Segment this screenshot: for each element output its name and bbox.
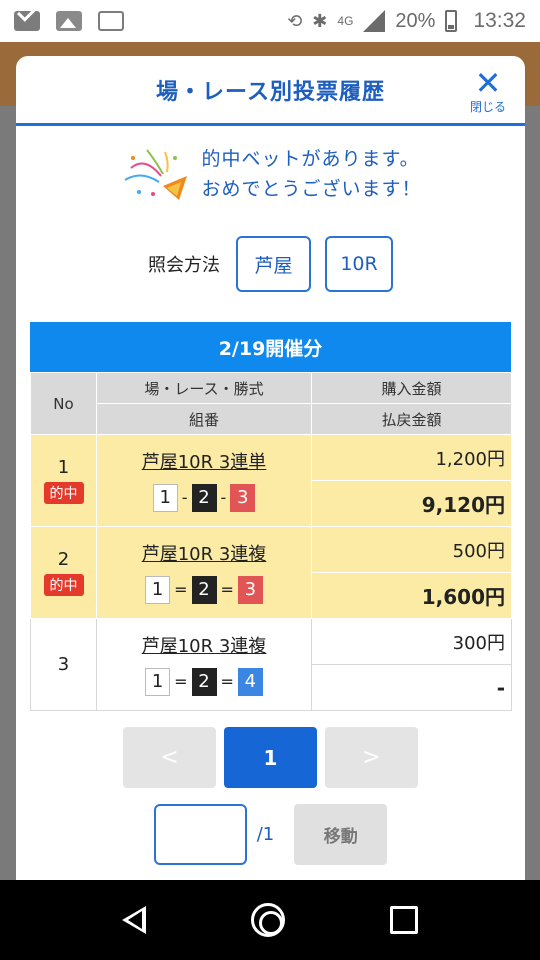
- home-icon[interactable]: [250, 903, 285, 937]
- payout-amount: -: [311, 664, 512, 711]
- purchase-amount: 300円: [311, 618, 512, 665]
- row-number: 3: [57, 654, 70, 675]
- table-row: 1 的中 芦屋10R 3連単 1 - 2 - 3 1,200円: [30, 434, 512, 527]
- col-header-race-type: 場・レース・勝式: [96, 372, 312, 404]
- android-nav-bar: [0, 880, 540, 960]
- combination: 1 = 2 = 4: [97, 667, 311, 696]
- recent-apps-icon[interactable]: [389, 906, 418, 934]
- col-header-no: No: [30, 372, 97, 435]
- date-header: 2/19開催分: [30, 322, 511, 372]
- race-link[interactable]: 芦屋10R 3連複: [97, 632, 311, 658]
- query-method-label: 照会方法: [148, 255, 220, 276]
- network-type: 4G: [337, 14, 354, 28]
- page-jump: /1 移動: [16, 804, 525, 865]
- purchase-amount: 1,200円: [311, 434, 512, 481]
- boat-4-box: 4: [237, 667, 263, 696]
- tv-icon: [98, 11, 124, 31]
- payout-amount: 1,600円: [311, 572, 512, 619]
- purchase-amount: 500円: [311, 526, 512, 573]
- boat-1-box: 1: [145, 667, 171, 696]
- next-page-button[interactable]: >: [325, 727, 418, 788]
- signal-icon: [363, 10, 386, 32]
- boat-1-box: 1: [152, 483, 178, 512]
- pagination: < 1 >: [16, 727, 525, 788]
- clock: 13:32: [473, 9, 526, 32]
- modal-title: 場・レース別投票履歴: [156, 79, 385, 105]
- modal-header: 場・レース別投票履歴 ✕ 閉じる: [16, 56, 525, 126]
- close-label: 閉じる: [469, 100, 506, 114]
- battery-percent: 20%: [395, 9, 436, 32]
- boat-1-box: 1: [145, 575, 171, 604]
- venue-selector[interactable]: 芦屋: [236, 236, 311, 292]
- combination: 1 = 2 = 3: [97, 575, 311, 604]
- total-pages: /1: [256, 824, 275, 845]
- battery-icon: [445, 10, 458, 32]
- page-number-input[interactable]: [153, 804, 247, 865]
- close-icon: ✕: [474, 64, 502, 102]
- race-link[interactable]: 芦屋10R 3連単: [97, 448, 311, 474]
- boat-3-box: 3: [230, 483, 256, 512]
- bet-history-table: No 場・レース・勝式 購入金額 組番 払戻金額 1 的中 芦屋10R 3連単 …: [30, 372, 512, 711]
- bet-history-modal: 場・レース別投票履歴 ✕ 閉じる 的中ベットがあります。 おめでとうございます！…: [16, 56, 525, 880]
- boat-2-box: 2: [191, 575, 217, 604]
- hit-badge: 的中: [43, 482, 84, 504]
- status-bar: ⟲ ✱ 4G 20% 13:32: [0, 0, 540, 42]
- party-popper-icon: [124, 149, 188, 200]
- go-to-page-button[interactable]: 移動: [294, 804, 388, 865]
- congrats-line-2: おめでとうございます！: [201, 178, 422, 200]
- rotate-icon: ⟲: [287, 10, 303, 31]
- prev-page-button[interactable]: <: [123, 727, 216, 788]
- payout-amount: 9,120円: [311, 480, 512, 527]
- boat-2-box: 2: [191, 483, 217, 512]
- boat-3-box: 3: [237, 575, 263, 604]
- page-1-button[interactable]: 1: [224, 727, 317, 788]
- combination: 1 - 2 - 3: [97, 483, 311, 512]
- congrats-line-1: 的中ベットがあります。: [201, 148, 420, 170]
- congrats-message: 的中ベットがあります。 おめでとうございます！: [16, 144, 525, 204]
- col-header-purchase: 購入金額: [311, 372, 512, 404]
- col-header-payout: 払戻金額: [311, 403, 512, 435]
- table-row: 2 的中 芦屋10R 3連複 1 = 2 = 3 500円: [30, 526, 512, 619]
- col-header-combination: 組番: [96, 403, 312, 435]
- query-method-row: 照会方法 芦屋 10R: [16, 236, 525, 292]
- boat-2-box: 2: [191, 667, 217, 696]
- back-icon[interactable]: [122, 906, 147, 934]
- race-link[interactable]: 芦屋10R 3連複: [97, 540, 311, 566]
- row-number: 2: [57, 549, 70, 570]
- mail-icon: [14, 11, 40, 31]
- close-button[interactable]: ✕ 閉じる: [463, 64, 513, 115]
- bluetooth-icon: ✱: [312, 10, 328, 31]
- race-selector[interactable]: 10R: [325, 236, 393, 292]
- image-icon: [56, 11, 82, 31]
- hit-badge: 的中: [43, 574, 84, 596]
- table-row: 3 芦屋10R 3連複 1 = 2 = 4 300円: [30, 618, 512, 711]
- row-number: 1: [57, 457, 70, 478]
